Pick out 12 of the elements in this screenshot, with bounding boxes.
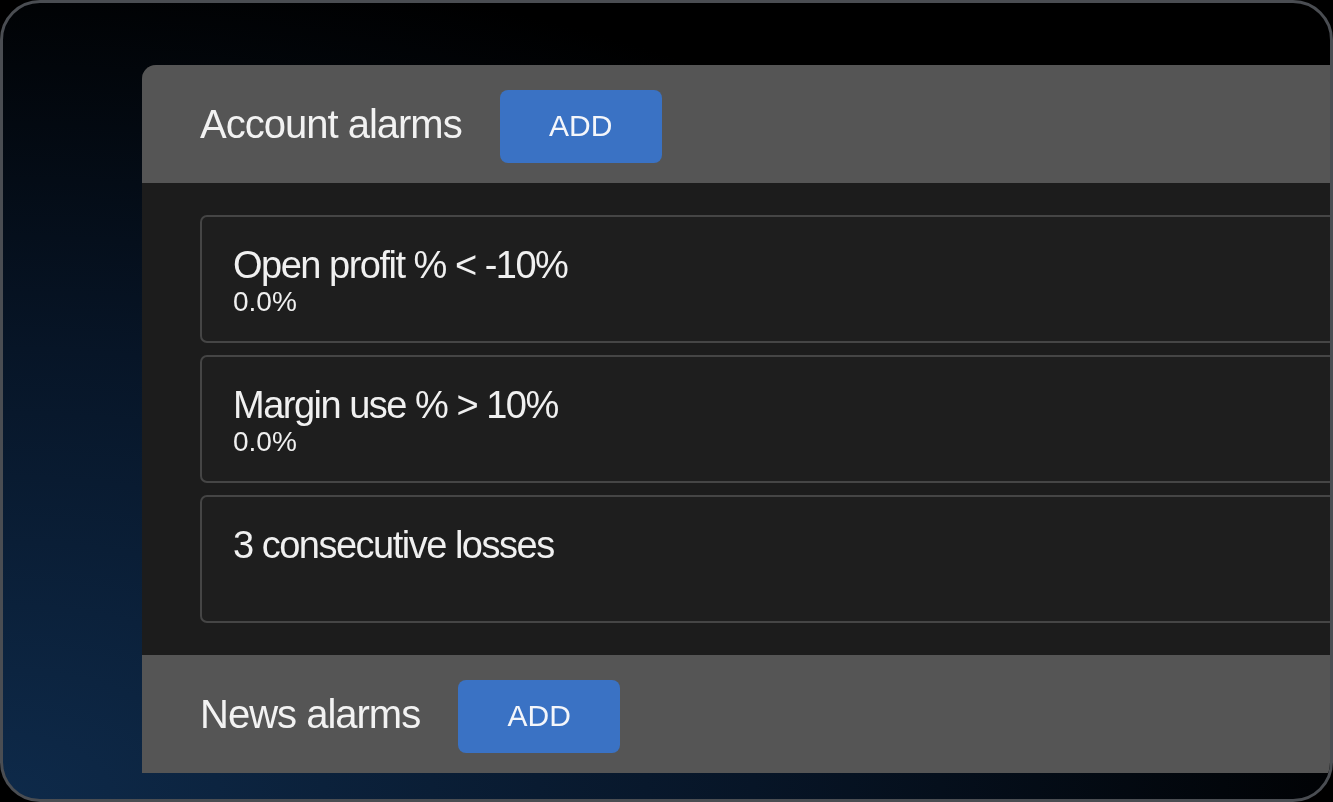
section-title: News alarms bbox=[200, 691, 421, 737]
alarm-value: 0.0% bbox=[233, 427, 298, 457]
alarm-card[interactable]: Open profit % < -10% 0.0% bbox=[200, 215, 1330, 343]
add-button[interactable]: ADD bbox=[458, 679, 621, 753]
section-title: Account alarms bbox=[200, 101, 462, 147]
alarm-name: Open profit % < -10% bbox=[233, 243, 569, 287]
alarm-name: Margin use % > 10% bbox=[233, 383, 559, 427]
alarm-card[interactable]: 3 consecutive losses bbox=[200, 495, 1330, 623]
alarm-value: 0.0% bbox=[233, 287, 298, 317]
add-button[interactable]: ADD bbox=[499, 89, 662, 163]
alarm-card[interactable]: Margin use % > 10% 0.0% bbox=[200, 355, 1330, 483]
alarm-name: 3 consecutive losses bbox=[233, 523, 555, 567]
